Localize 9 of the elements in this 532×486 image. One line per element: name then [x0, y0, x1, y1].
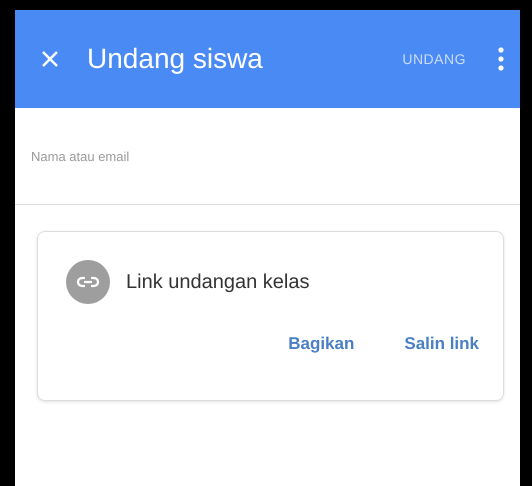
close-button[interactable] — [41, 50, 59, 68]
more-menu-button[interactable] — [498, 47, 504, 71]
card-title: Link undangan kelas — [126, 270, 310, 294]
link-icon — [66, 260, 110, 304]
menu-icon — [498, 47, 504, 71]
share-button[interactable]: Bagikan — [284, 330, 358, 358]
copy-link-button[interactable]: Salin link — [400, 330, 483, 358]
page-title: Undang siswa — [87, 43, 264, 75]
close-icon — [41, 50, 59, 68]
